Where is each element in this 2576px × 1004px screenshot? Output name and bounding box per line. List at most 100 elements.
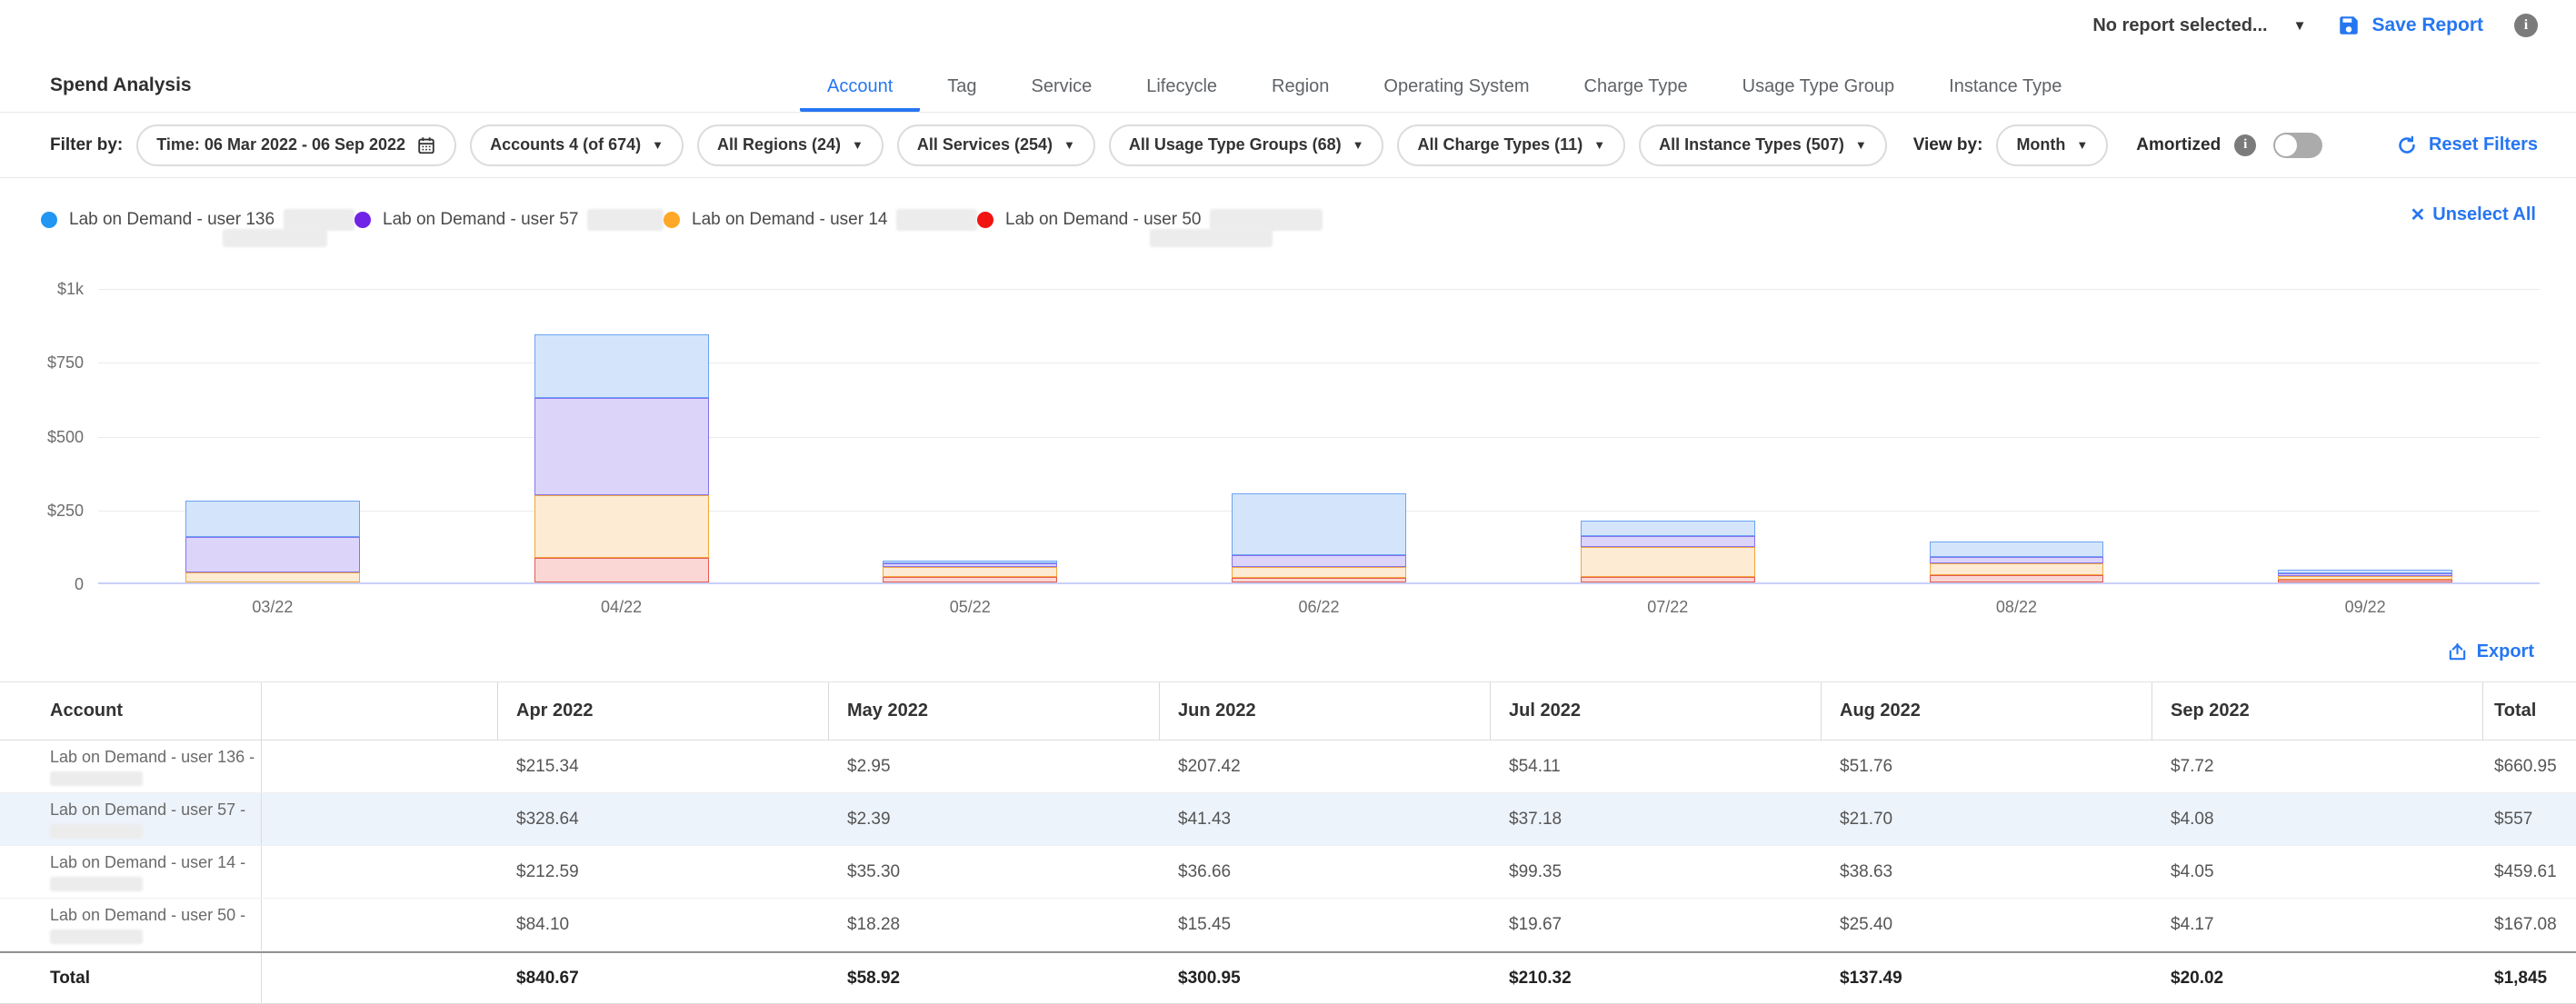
tab-account[interactable]: Account — [800, 76, 920, 112]
legend-item-lab-on-demand-user-136[interactable]: Lab on Demand - user 136 — [41, 196, 354, 244]
legend-item-lab-on-demand-user-14[interactable]: Lab on Demand - user 14 — [664, 196, 977, 244]
bar-segment-lab-on-demand-user-136 — [185, 501, 360, 537]
tab-tag[interactable]: Tag — [920, 76, 1003, 112]
tab-usage-type-group[interactable]: Usage Type Group — [1715, 76, 1922, 112]
total-value-cell: $137.49 — [1822, 953, 2152, 1003]
total-value-cell: $210.32 — [1491, 953, 1822, 1003]
account-cell: Lab on Demand - user 57 - — [0, 793, 262, 845]
reset-filters-button[interactable]: Reset Filters — [2396, 134, 2538, 156]
value-cell: $35.30 — [829, 846, 1160, 898]
stacked-bar-06-22[interactable] — [1232, 493, 1406, 582]
stacked-bar-04-22[interactable] — [534, 334, 709, 582]
bar-segment-lab-on-demand-user-136 — [1930, 542, 2104, 557]
export-icon — [2447, 641, 2468, 662]
export-button[interactable]: Export — [2447, 641, 2534, 662]
table-row[interactable]: Lab on Demand - user 14 -$212.59$35.30$3… — [0, 846, 2576, 899]
x-axis-tick-label: 07/22 — [1493, 598, 1842, 617]
view-by-label: View by: — [1913, 135, 1983, 155]
chart-month-slot-04-22 — [447, 289, 796, 582]
total-value-cell: $840.67 — [498, 953, 829, 1003]
redacted-text — [223, 229, 327, 247]
chart-bars — [98, 289, 2540, 582]
value-cell: $459.61 — [2483, 846, 2576, 898]
filter-bar: Filter by: Time: 06 Mar 2022 - 06 Sep 20… — [0, 113, 2576, 178]
filter-pill-all-charge-types[interactable]: All Charge Types (11)▼ — [1397, 124, 1625, 166]
tab-instance-type[interactable]: Instance Type — [1922, 76, 2089, 112]
column-header-may-2022: May 2022 — [828, 682, 1160, 740]
bar-segment-lab-on-demand-user-136 — [1581, 521, 1755, 537]
filter-pill-label: Time: 06 Mar 2022 - 06 Sep 2022 — [156, 135, 405, 154]
filter-pill-all-services[interactable]: All Services (254)▼ — [897, 124, 1095, 166]
value-cell: $328.64 — [498, 793, 829, 845]
save-report-button[interactable]: Save Report — [2337, 14, 2483, 37]
account-name: Lab on Demand - user 50 - — [50, 905, 261, 926]
x-axis-tick-label: 06/22 — [1144, 598, 1493, 617]
stacked-bar-05-22[interactable] — [883, 561, 1057, 582]
tab-region[interactable]: Region — [1244, 76, 1356, 112]
value-cell: $38.63 — [1822, 846, 2152, 898]
total-value-cell: $1,845 — [2483, 953, 2576, 1003]
x-axis-tick-label: 04/22 — [447, 598, 796, 617]
filter-pill-label: All Instance Types (507) — [1659, 135, 1844, 154]
view-by-select[interactable]: Month ▼ — [1996, 124, 2108, 166]
close-icon: ✕ — [2410, 204, 2425, 226]
chart-month-slot-03-22 — [98, 289, 447, 582]
filter-pill-all-instance-types[interactable]: All Instance Types (507) ▼ — [1639, 124, 1887, 166]
x-axis-tick-label: 05/22 — [795, 598, 1144, 617]
chevron-down-icon: ▼ — [2076, 139, 2088, 151]
table-row[interactable]: Lab on Demand - user 50 - $84.10$18.28$15… — [0, 899, 2576, 951]
value-cell: $2.95 — [829, 741, 1160, 792]
column-header-aug-2022: Aug 2022 — [1821, 682, 2152, 740]
stacked-bar-09-22[interactable] — [2278, 570, 2452, 582]
filter-by-label: Filter by: — [50, 135, 123, 155]
column-header-spacer — [262, 682, 498, 740]
value-cell: $4.08 — [2152, 793, 2483, 845]
chart-month-slot-07-22 — [1493, 289, 1842, 582]
table-row[interactable]: Lab on Demand - user 136 -$215.34$2.95$2… — [0, 741, 2576, 793]
amortized-info-icon[interactable]: i — [2234, 134, 2256, 156]
bar-segment-lab-on-demand-user-14 — [185, 572, 360, 582]
info-icon[interactable]: i — [2514, 14, 2538, 37]
filter-pill-all-usage-type-groups[interactable]: All Usage Type Groups (68)▼ — [1109, 124, 1384, 166]
chevron-down-icon: ▼ — [652, 139, 664, 151]
unselect-all-button[interactable]: ✕ Unselect All — [2410, 204, 2536, 226]
value-cell: $18.28 — [829, 899, 1160, 950]
legend-item-lab-on-demand-user-57[interactable]: Lab on Demand - user 57 — [354, 196, 664, 244]
value-cell: $660.95 — [2483, 741, 2576, 792]
stacked-bar-07-22[interactable] — [1581, 521, 1755, 582]
report-selector[interactable]: No report selected... ▼ — [2092, 15, 2306, 36]
filter-pill-all-regions[interactable]: All Regions (24)▼ — [697, 124, 884, 166]
legend-item-label: Lab on Demand - user 57 — [383, 210, 578, 230]
value-cell: $557 — [2483, 793, 2576, 845]
value-cell: $36.66 — [1160, 846, 1491, 898]
x-axis-tick-label: 08/22 — [1842, 598, 2192, 617]
value-cell: $84.10 — [498, 899, 829, 950]
account-cell: Lab on Demand - user 14 - — [0, 846, 262, 898]
legend-item-lab-on-demand-user-50[interactable]: Lab on Demand - user 50 — [977, 196, 1323, 244]
tab-operating-system[interactable]: Operating System — [1356, 76, 1556, 112]
chevron-down-icon: ▼ — [1855, 139, 1867, 151]
chevron-down-icon: ▼ — [2293, 19, 2307, 33]
amortized-toggle[interactable] — [2273, 133, 2322, 158]
tab-lifecycle[interactable]: Lifecycle — [1119, 76, 1244, 112]
filter-pill-time-06-mar-2022-06-sep-2022[interactable]: Time: 06 Mar 2022 - 06 Sep 2022 — [136, 124, 456, 166]
tab-service[interactable]: Service — [1004, 76, 1120, 112]
total-value-cell: $300.95 — [1160, 953, 1491, 1003]
redacted-text — [50, 877, 143, 891]
y-axis-tick-label: $1k — [18, 280, 84, 299]
value-cell: $15.45 — [1160, 899, 1491, 950]
tab-charge-type[interactable]: Charge Type — [1557, 76, 1715, 112]
stacked-bar-03-22[interactable] — [185, 501, 360, 582]
stacked-bar-08-22[interactable] — [1930, 542, 2104, 582]
table-row[interactable]: Lab on Demand - user 57 - $328.64$2.39$41… — [0, 793, 2576, 846]
column-header-total: Total — [2482, 682, 2576, 740]
bar-segment-lab-on-demand-user-50 — [1930, 575, 2104, 582]
value-cell: $2.39 — [829, 793, 1160, 845]
y-axis-tick-label: $250 — [18, 502, 84, 521]
table-total-row: Total$840.67$58.92$300.95$210.32$137.49$… — [0, 951, 2576, 1004]
value-cell: $41.43 — [1160, 793, 1491, 845]
value-cell: $54.11 — [1491, 741, 1822, 792]
bar-segment-lab-on-demand-user-14 — [883, 567, 1057, 577]
filter-pill-accounts-4[interactable]: Accounts 4 (of 674)▼ — [470, 124, 684, 166]
page-title: Spend Analysis — [50, 75, 192, 96]
